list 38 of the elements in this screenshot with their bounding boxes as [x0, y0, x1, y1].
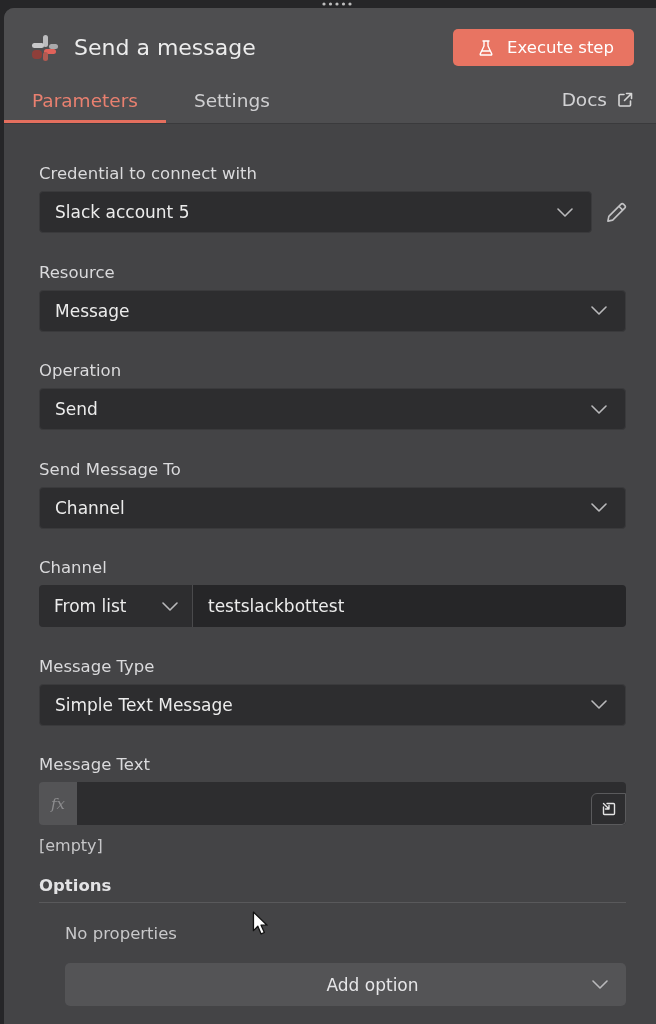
logo-icon: [30, 33, 60, 62]
node-title: Send a message: [74, 35, 256, 60]
mode-select[interactable]: From list: [39, 585, 193, 627]
dropdown-select[interactable]: Send: [39, 388, 626, 430]
pencil-icon[interactable]: [605, 200, 628, 224]
field-label: Operation: [39, 360, 122, 382]
field-label: Resource: [39, 261, 115, 284]
cursor-icon: [252, 911, 268, 935]
chevron-down-icon: [591, 700, 607, 709]
external-link-icon: [617, 91, 633, 108]
field-label: Message Type: [39, 655, 155, 678]
chevron-down-icon: [162, 601, 178, 611]
expression-marker: fx: [39, 782, 77, 825]
empty-text: No properties: [65, 924, 177, 943]
add-option-button[interactable]: Add option: [65, 963, 626, 1006]
field-label: Message Text: [39, 754, 150, 776]
expand-button[interactable]: [591, 793, 626, 825]
message-text-field[interactable]: [77, 782, 626, 825]
dropdown-select[interactable]: Message: [39, 289, 626, 332]
options-label: Options: [39, 875, 112, 897]
field-label: Credential to connect with: [39, 163, 257, 185]
chevron-down-icon: [591, 404, 607, 414]
chevron-down-icon: [591, 306, 607, 315]
field-label: Channel: [39, 557, 107, 579]
credential-select[interactable]: Slack account 5: [39, 191, 592, 233]
drag-handle-icon[interactable]: [322, 2, 352, 6]
chevron-down-icon: [591, 503, 607, 512]
empty-hint: [empty]: [39, 836, 103, 855]
chevron-down-icon: [592, 980, 608, 989]
tab[interactable]: Settings: [165, 78, 298, 123]
dropdown-select[interactable]: Simple Text Message: [39, 683, 626, 726]
field-label: Send Message To: [39, 458, 181, 481]
docs-link[interactable]: Docs: [561, 89, 633, 110]
dropdown-select[interactable]: Channel: [39, 486, 626, 529]
chevron-down-icon: [557, 207, 573, 217]
channel-input[interactable]: testslackbottest: [193, 585, 626, 627]
expand-icon: [601, 802, 616, 816]
flask-icon: [479, 39, 494, 56]
